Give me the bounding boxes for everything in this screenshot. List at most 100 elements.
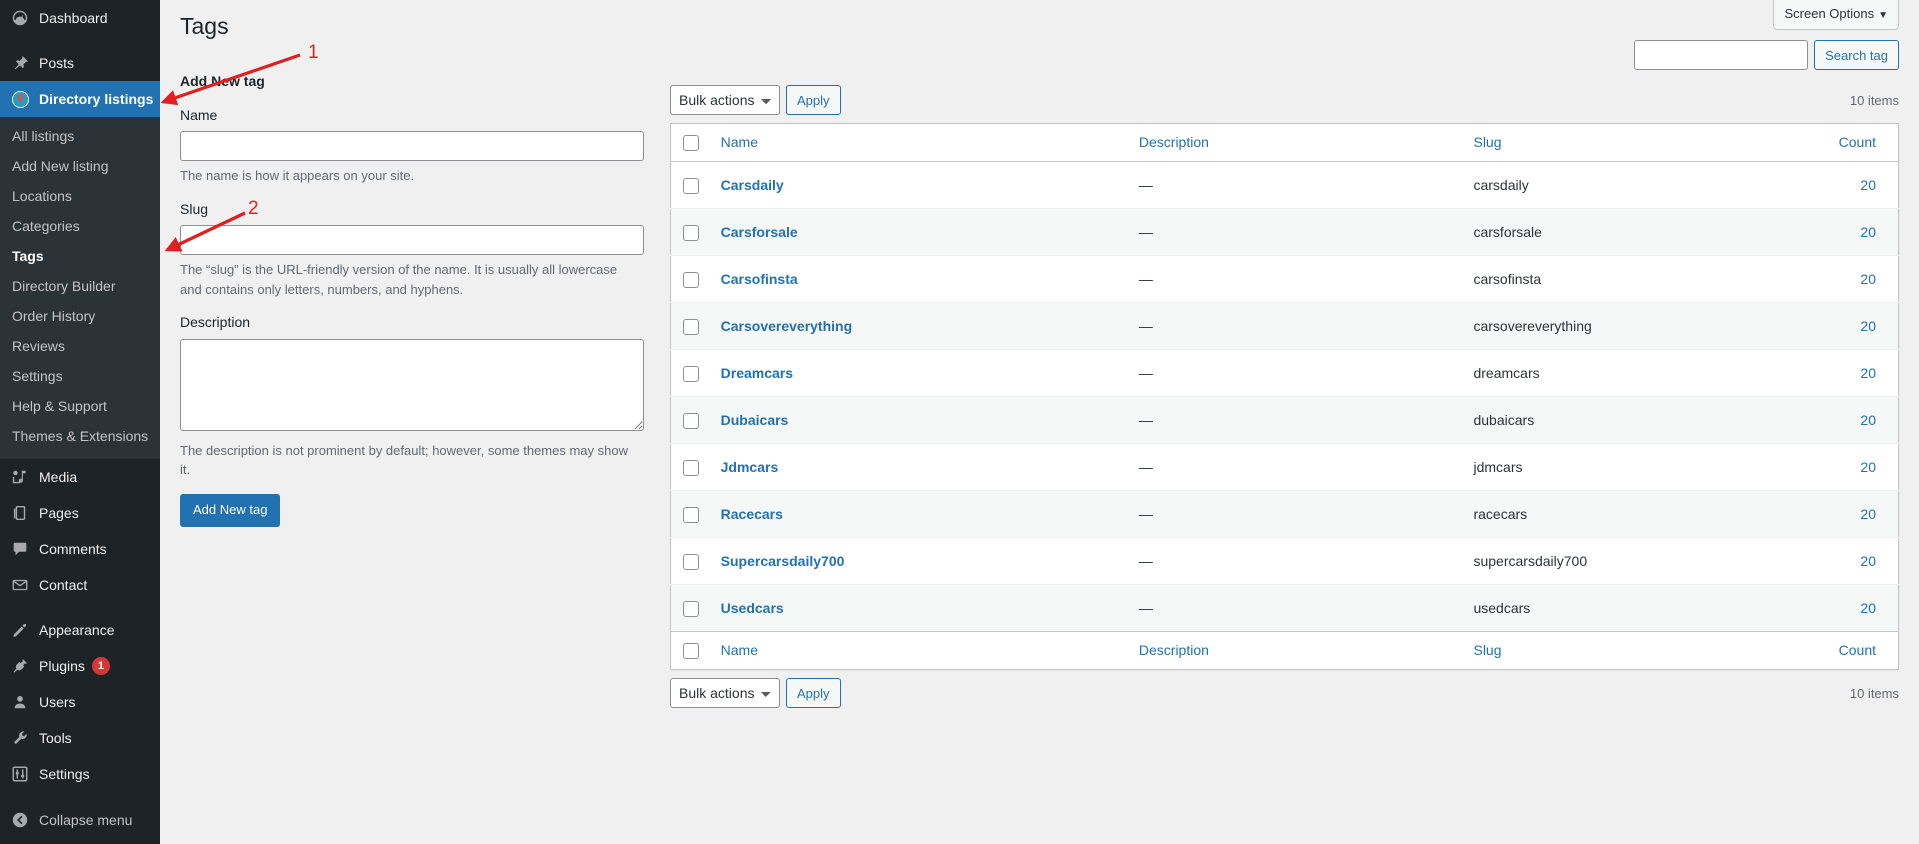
table-body: Carsdaily — carsdaily 20 Carsforsale — c… — [670, 161, 1899, 632]
select-all-checkbox-top[interactable] — [683, 135, 699, 152]
row-checkbox[interactable] — [683, 506, 699, 523]
sidebar-item-pages[interactable]: Pages — [0, 495, 160, 531]
row-checkbox[interactable] — [683, 365, 699, 382]
collapse-menu-button[interactable]: Collapse menu — [0, 802, 160, 838]
table-row[interactable]: Usedcars — usedcars 20 — [670, 584, 1899, 632]
apply-button-top[interactable]: Apply — [786, 85, 841, 115]
row-checkbox[interactable] — [683, 224, 699, 241]
sidebar-item-comments[interactable]: Comments — [0, 531, 160, 567]
table-row[interactable]: Carsovereverything — carsovereverything … — [670, 302, 1899, 350]
tag-count-link[interactable]: 20 — [1860, 177, 1876, 193]
tag-count-link[interactable]: 20 — [1860, 553, 1876, 569]
sidebar-item-users[interactable]: Users — [0, 684, 160, 720]
table-row[interactable]: Supercarsdaily700 — supercarsdaily700 20 — [670, 537, 1899, 585]
row-checkbox[interactable] — [683, 459, 699, 476]
tag-name-input[interactable] — [180, 131, 644, 162]
row-checkbox[interactable] — [683, 600, 699, 617]
column-footer-name[interactable]: Name — [710, 631, 1129, 670]
sidebar-item-contact[interactable]: Contact — [0, 567, 160, 603]
screen-options-button[interactable]: Screen Options ▼ — [1773, 0, 1899, 31]
tag-name-link[interactable]: Carsofinsta — [721, 271, 798, 287]
column-header-description[interactable]: Description — [1128, 123, 1464, 162]
tag-count-link[interactable]: 20 — [1860, 506, 1876, 522]
row-checkbox[interactable] — [683, 271, 699, 288]
row-count-cell: 20 — [1798, 538, 1898, 585]
tag-count-link[interactable]: 20 — [1860, 459, 1876, 475]
sidebar-subitem-locations[interactable]: Locations — [0, 181, 160, 211]
row-checkbox[interactable] — [683, 553, 699, 570]
tags-table: Name Description Slug Count Carsdaily — … — [670, 123, 1899, 670]
table-row[interactable]: Carsofinsta — carsofinsta 20 — [670, 255, 1899, 303]
directory-listings-submenu: All listings Add New listing Locations C… — [0, 117, 160, 459]
sidebar-item-directory-listings[interactable]: Directory listings — [0, 81, 160, 117]
sidebar-subitem-settings[interactable]: Settings — [0, 361, 160, 391]
sidebar-subitem-themes-extensions[interactable]: Themes & Extensions — [0, 421, 160, 451]
tag-name-link[interactable]: Supercarsdaily700 — [721, 553, 845, 569]
tag-name-link[interactable]: Carsforsale — [721, 224, 798, 240]
sidebar-item-settings[interactable]: Settings — [0, 756, 160, 792]
table-row[interactable]: Carsforsale — carsforsale 20 — [670, 208, 1899, 256]
tag-name-link[interactable]: Dreamcars — [721, 365, 793, 381]
sidebar-subitem-reviews[interactable]: Reviews — [0, 331, 160, 361]
column-header-slug[interactable]: Slug — [1463, 123, 1799, 162]
column-header-count[interactable]: Count — [1798, 123, 1899, 162]
tag-name-link[interactable]: Jdmcars — [721, 459, 779, 475]
sidebar-subitem-directory-builder[interactable]: Directory Builder — [0, 271, 160, 301]
sidebar-item-posts[interactable]: Posts — [0, 45, 160, 81]
bulk-actions-select-bottom[interactable]: Bulk actions — [670, 678, 780, 708]
sidebar-subitem-categories[interactable]: Categories — [0, 211, 160, 241]
description-field-group: Description The description is not promi… — [180, 313, 652, 480]
sidebar-subitem-order-history[interactable]: Order History — [0, 301, 160, 331]
row-description-cell: — — [1138, 552, 1153, 569]
add-new-tag-submit-button[interactable]: Add New tag — [180, 493, 281, 527]
chevron-down-icon: ▼ — [1878, 10, 1888, 21]
tag-name-link[interactable]: Dubaicars — [721, 412, 789, 428]
apply-button-bottom[interactable]: Apply — [786, 678, 841, 708]
table-row[interactable]: Carsdaily — carsdaily 20 — [670, 161, 1899, 209]
sidebar-subitem-add-new-listing[interactable]: Add New listing — [0, 151, 160, 181]
column-footer-description[interactable]: Description — [1128, 631, 1464, 670]
row-description-cell: — — [1138, 176, 1153, 193]
table-row[interactable]: Jdmcars — jdmcars 20 — [670, 443, 1899, 491]
row-checkbox[interactable] — [683, 412, 699, 429]
select-all-checkbox-bottom[interactable] — [683, 643, 699, 660]
sidebar-item-media[interactable]: Media — [0, 459, 160, 495]
tag-description-textarea[interactable] — [180, 338, 644, 431]
sidebar-item-label: Posts — [39, 55, 75, 71]
tag-count-link[interactable]: 20 — [1860, 318, 1876, 334]
tag-count-link[interactable]: 20 — [1860, 365, 1876, 381]
search-box: Search tag — [1634, 40, 1899, 70]
table-row[interactable]: Dubaicars — dubaicars 20 — [670, 396, 1899, 444]
sidebar-item-appearance[interactable]: Appearance — [0, 612, 160, 648]
table-row[interactable]: Dreamcars — dreamcars 20 — [670, 349, 1899, 397]
tag-count-link[interactable]: 20 — [1860, 224, 1876, 240]
sidebar-subitem-help-support[interactable]: Help & Support — [0, 391, 160, 421]
sidebar-subitem-tags[interactable]: Tags — [0, 241, 160, 271]
tag-count-link[interactable]: 20 — [1860, 600, 1876, 616]
row-description-cell: — — [1138, 599, 1153, 616]
sidebar-item-tools[interactable]: Tools — [0, 720, 160, 756]
column-header-name[interactable]: Name — [710, 123, 1129, 162]
tablenav-bottom: Bulk actions Apply 10 items — [670, 678, 1899, 708]
sidebar-item-plugins[interactable]: Plugins 1 — [0, 648, 160, 684]
row-checkbox[interactable] — [683, 318, 699, 335]
tag-count-link[interactable]: 20 — [1860, 271, 1876, 287]
tag-name-link[interactable]: Carsovereverything — [721, 318, 853, 334]
bulk-actions-select-top[interactable]: Bulk actions — [670, 85, 780, 115]
tag-name-link[interactable]: Usedcars — [721, 600, 784, 616]
table-row[interactable]: Racecars — racecars 20 — [670, 490, 1899, 538]
column-footer-slug[interactable]: Slug — [1463, 631, 1799, 670]
tag-count-link[interactable]: 20 — [1860, 412, 1876, 428]
search-tag-button[interactable]: Search tag — [1814, 40, 1899, 70]
column-footer-count[interactable]: Count — [1798, 631, 1899, 670]
search-input[interactable] — [1634, 40, 1809, 70]
sidebar-item-dashboard[interactable]: Dashboard — [0, 0, 160, 36]
row-checkbox[interactable] — [683, 177, 699, 194]
tag-name-link[interactable]: Racecars — [721, 506, 783, 522]
tag-name-link[interactable]: Carsdaily — [721, 177, 784, 193]
sidebar-subitem-all-listings[interactable]: All listings — [0, 121, 160, 151]
tag-slug-input[interactable] — [180, 225, 644, 256]
row-slug-cell: carsdaily — [1473, 176, 1529, 193]
row-slug-cell: carsforsale — [1473, 223, 1542, 240]
sliders-icon — [10, 764, 30, 784]
